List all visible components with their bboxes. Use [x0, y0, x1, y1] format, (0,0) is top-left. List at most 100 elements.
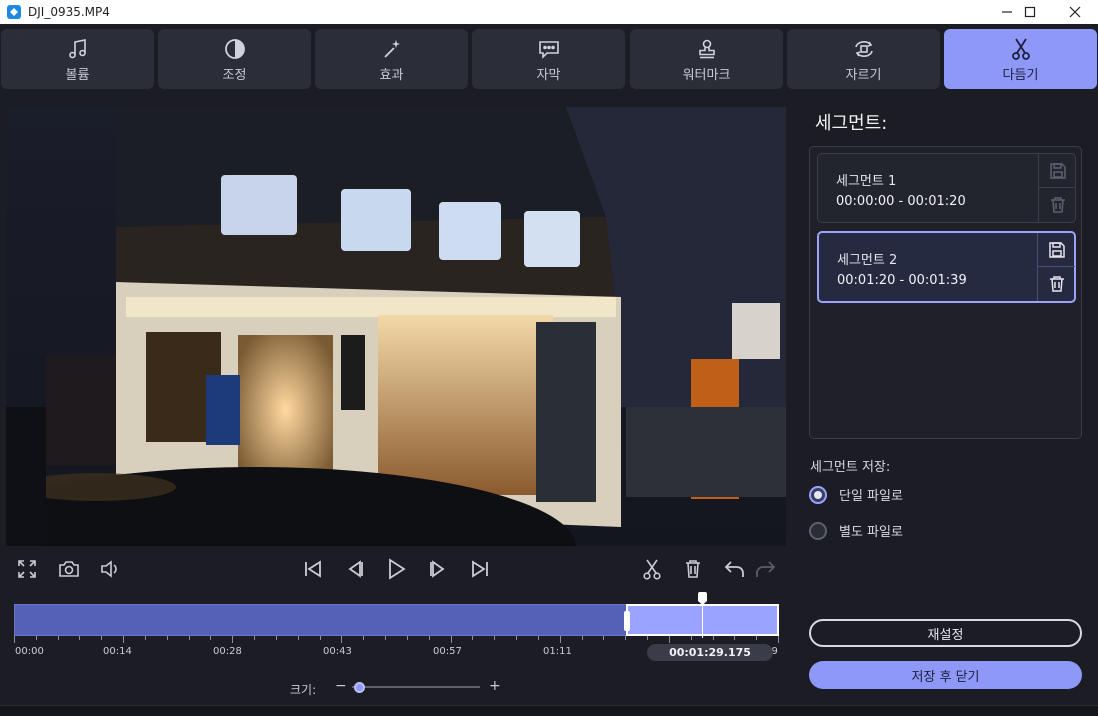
timeline-tick [101, 636, 102, 640]
save-icon[interactable] [1039, 154, 1076, 188]
timeline-tick [145, 636, 146, 640]
fullscreen-icon[interactable] [14, 556, 40, 582]
timeline-tick [734, 636, 735, 640]
radio-label: 별도 파일로 [839, 525, 903, 540]
scissors-icon[interactable] [639, 556, 665, 582]
skip-to-end-icon[interactable] [467, 556, 493, 582]
tab-trim[interactable]: 다듬기 [944, 29, 1097, 89]
tab-label: 워터마크 [682, 67, 731, 83]
segment-split-handle[interactable] [624, 611, 630, 631]
play-icon[interactable] [383, 556, 409, 582]
segment-tools [1037, 233, 1075, 301]
segment-name: 세그먼트 1 [836, 174, 897, 189]
segment-tools [1038, 154, 1076, 222]
playhead[interactable] [698, 592, 707, 638]
timeline-tick [647, 636, 648, 640]
radio-button[interactable] [809, 521, 827, 540]
radio-single-file[interactable]: 단일 파일로 [809, 485, 903, 504]
save-icon[interactable] [1038, 233, 1075, 267]
zoom-out-button[interactable]: − [335, 678, 347, 694]
timeline-tick [58, 636, 59, 640]
tab-subtitles[interactable]: 자막 [472, 29, 625, 89]
timeline-tick [713, 636, 714, 640]
segment-card[interactable]: 세그먼트 1 00:00:00 - 00:01:20 [817, 153, 1076, 223]
timeline-tick [778, 636, 779, 643]
maximize-button[interactable] [1007, 0, 1053, 24]
timeline-tick [363, 636, 364, 640]
timeline-tick [232, 636, 233, 643]
tab-label: 다듬기 [1002, 67, 1039, 83]
reset-button[interactable]: 재설정 [809, 619, 1082, 647]
trash-icon[interactable] [1039, 188, 1076, 222]
timeline-tick [189, 636, 190, 640]
contrast-icon [224, 36, 246, 62]
tab-volume[interactable]: 볼륨 [1, 29, 154, 89]
time-label: 00:00 [15, 646, 44, 657]
timeline-tick [210, 636, 211, 640]
tab-effects[interactable]: 효과 [315, 29, 468, 89]
time-label: 00:57 [433, 646, 462, 657]
window-title: DJI_0935.MP4 [28, 5, 110, 19]
timeline-tick [472, 636, 473, 640]
timeline-tick [385, 636, 386, 640]
segment-name: 세그먼트 2 [837, 253, 898, 268]
timeline-tick [451, 636, 452, 643]
segment-card-selected[interactable]: 세그먼트 2 00:01:20 - 00:01:39 [817, 231, 1076, 303]
timeline-tick [582, 636, 583, 640]
tab-watermark[interactable]: 워터마크 [630, 29, 783, 89]
timeline-tick [603, 636, 604, 640]
video-preview[interactable] [6, 107, 786, 546]
zoom-slider-thumb[interactable] [354, 682, 365, 693]
tab-label: 자막 [536, 67, 561, 83]
next-frame-icon[interactable] [425, 556, 451, 582]
time-label: 00:14 [103, 646, 132, 657]
tab-crop[interactable]: 자르기 [787, 29, 940, 89]
tool-tabs: 볼륨 조정 효과 자막 워터마크 자르기 다듬기 [0, 27, 1098, 89]
speech-bubble-icon [537, 36, 561, 62]
segment-list: 세그먼트 1 00:00:00 - 00:01:20 세그먼트 2 00:01:… [809, 146, 1082, 439]
radio-button[interactable] [809, 485, 827, 504]
segments-title: 세그먼트: [815, 113, 888, 134]
timeline-tick [298, 636, 299, 640]
time-label: 01:11 [543, 646, 572, 657]
timeline-tick [756, 636, 757, 640]
skip-to-start-icon[interactable] [300, 556, 326, 582]
save-segments-label: 세그먼트 저장: [810, 460, 891, 475]
app-logo-icon [7, 5, 21, 19]
magic-wand-icon [381, 36, 403, 62]
zoom-label: 크기: [290, 683, 317, 697]
camera-icon[interactable] [56, 556, 82, 582]
save-and-close-button[interactable]: 저장 후 닫기 [809, 661, 1082, 689]
time-label: 00:28 [213, 646, 242, 657]
close-button[interactable] [1052, 0, 1098, 24]
undo-icon[interactable] [722, 556, 748, 582]
tab-adjust[interactable]: 조정 [158, 29, 311, 89]
timeline-tick [36, 636, 37, 640]
timeline-track[interactable] [14, 604, 779, 636]
current-time-badge: 00:01:29.175 [647, 644, 773, 661]
radio-separate-files[interactable]: 별도 파일로 [809, 521, 903, 540]
video-frame-image [6, 107, 786, 546]
segment-range: 00:01:20 - 00:01:39 [837, 273, 967, 288]
timeline-tick [625, 636, 626, 640]
stamp-icon [696, 36, 718, 62]
timeline-tick [79, 636, 80, 640]
timeline-tick [691, 636, 692, 640]
trash-icon[interactable] [680, 556, 706, 582]
tab-label: 효과 [379, 67, 404, 83]
redo-icon [752, 556, 778, 582]
volume-icon[interactable] [97, 556, 123, 582]
trash-icon[interactable] [1038, 267, 1075, 301]
timeline-tick [320, 636, 321, 640]
timeline-tick [14, 636, 15, 643]
timeline-tick [429, 636, 430, 640]
scissors-icon [1010, 36, 1032, 62]
zoom-in-button[interactable]: + [489, 678, 501, 694]
timeline-tick [254, 636, 255, 640]
zoom-slider-track[interactable] [352, 686, 480, 688]
radio-label: 단일 파일로 [839, 489, 903, 504]
previous-frame-icon[interactable] [342, 556, 368, 582]
tab-label: 조정 [222, 67, 247, 83]
timeline-tick [407, 636, 408, 640]
tab-label: 자르기 [845, 67, 882, 83]
